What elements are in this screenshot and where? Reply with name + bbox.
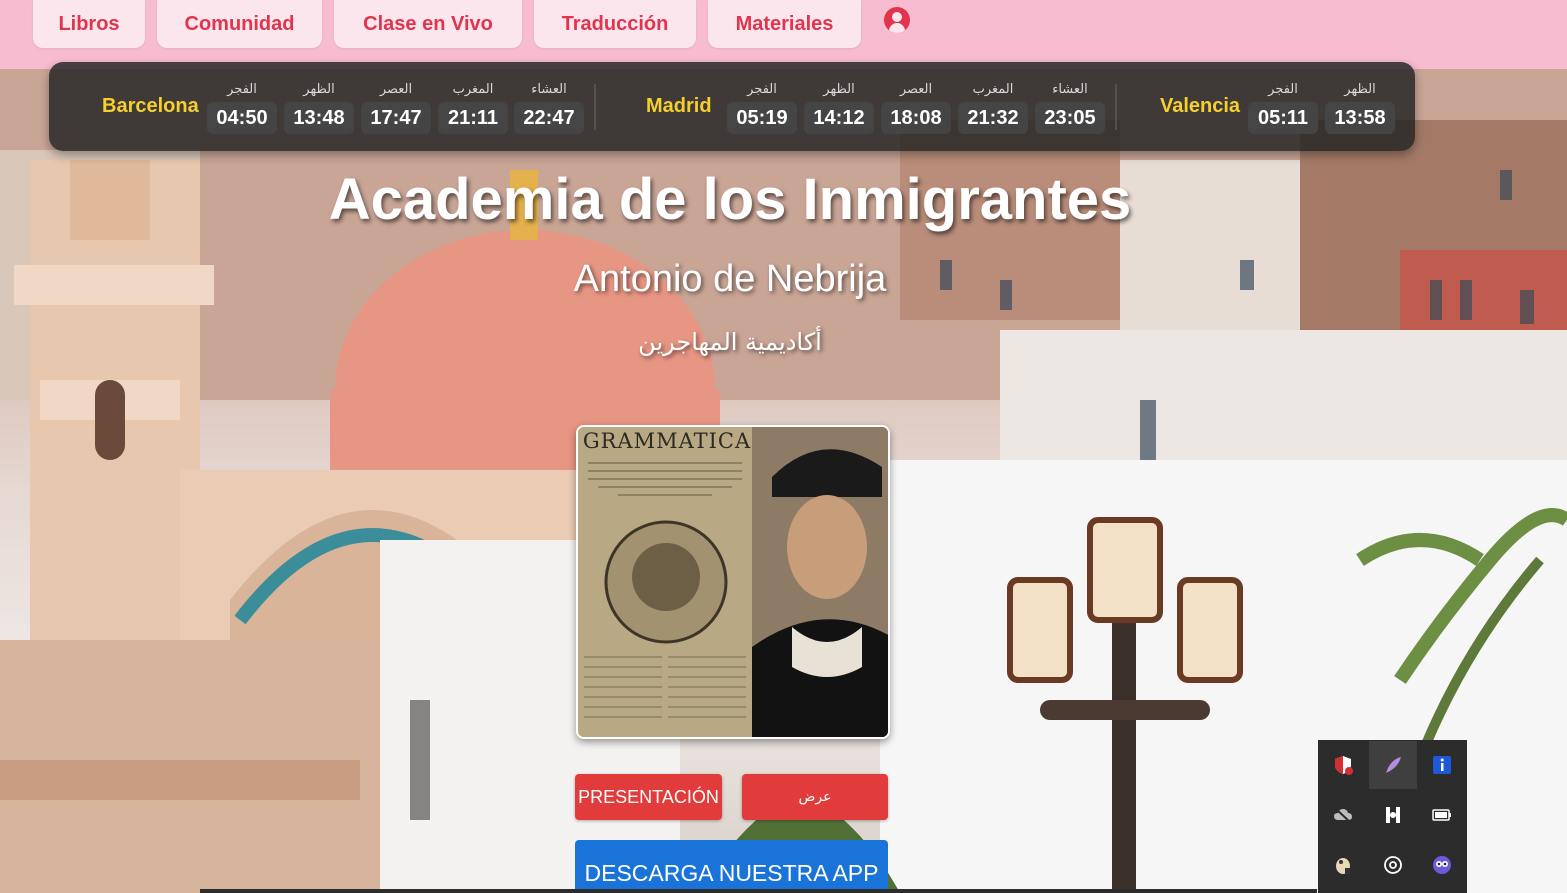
battery-icon[interactable] <box>1418 791 1466 839</box>
prayer-time: 05:19 <box>727 102 797 134</box>
prayer-label: الظهر <box>823 82 855 97</box>
prayer-label: المغرب <box>972 82 1014 97</box>
prayer-label: الظهر <box>303 82 335 97</box>
presentation-arabic-button[interactable]: عرض <box>742 774 888 820</box>
prayer-slot: العشاء 22:47 <box>514 80 584 134</box>
paint-icon[interactable] <box>1319 841 1367 889</box>
city-divider <box>1115 84 1117 130</box>
prayer-time: 22:47 <box>514 102 584 134</box>
prayer-time: 23:05 <box>1035 102 1105 134</box>
download-app-button[interactable]: DESCARGA NUESTRA APP <box>575 840 888 893</box>
system-tray-popup <box>1318 740 1467 893</box>
nav-comunidad[interactable]: Comunidad <box>157 0 322 48</box>
nav-label: Comunidad <box>184 12 295 35</box>
prayer-time: 21:11 <box>438 102 508 134</box>
prayer-label: الفجر <box>227 82 257 97</box>
prayer-label: العشاء <box>531 82 567 97</box>
prayer-time: 05:11 <box>1248 102 1318 134</box>
prayer-label: العصر <box>899 82 933 97</box>
nav-label: Traducción <box>561 12 669 35</box>
bottom-scrollbar[interactable] <box>200 889 1317 893</box>
arabic-title: أكاديمية المهاجرين <box>638 328 822 356</box>
cloud-off-icon[interactable] <box>1319 791 1367 839</box>
prayer-time: 13:48 <box>284 102 354 134</box>
shield-icon[interactable] <box>1319 741 1367 789</box>
nav-label: Clase en Vivo <box>363 12 493 35</box>
page-subtitle: Antonio de Nebrija <box>573 258 887 300</box>
prayer-time: 13:58 <box>1325 102 1395 134</box>
city-name: Madrid <box>646 95 712 117</box>
prayer-label: العصر <box>379 82 413 97</box>
openai-icon[interactable] <box>1369 841 1417 889</box>
portrait-svg <box>752 427 888 737</box>
prayer-slot: العصر 17:47 <box>361 80 431 134</box>
prayer-label: الفجر <box>747 82 777 97</box>
prayer-label: الظهر <box>1344 82 1376 97</box>
prayer-slot: المغرب 21:32 <box>958 80 1028 134</box>
owl-icon[interactable] <box>1418 841 1466 889</box>
prayer-time: 04:50 <box>207 102 277 134</box>
prayer-slot: الفجر 05:19 <box>727 80 797 134</box>
nav-traduccion[interactable]: Traducción <box>534 0 696 48</box>
prayer-slot: الظهر 13:58 <box>1325 80 1395 134</box>
nav-libros[interactable]: Libros <box>33 0 145 48</box>
info-icon[interactable] <box>1418 741 1466 789</box>
prayer-slot: العصر 18:08 <box>881 80 951 134</box>
prayer-slot: الظهر 14:12 <box>804 80 874 134</box>
page-title: Academia de los Inmigrantes <box>328 167 1132 232</box>
feather-icon[interactable] <box>1369 741 1417 789</box>
grammatica-book-image: GRAMMATICA <box>578 427 752 737</box>
prayer-time: 17:47 <box>361 102 431 134</box>
nebrija-image: GRAMMATICA <box>576 425 890 739</box>
prayer-time: 21:32 <box>958 102 1028 134</box>
city-name: Barcelona <box>102 95 199 117</box>
nav-clase-en-vivo[interactable]: Clase en Vivo <box>334 0 522 48</box>
prayer-time: 18:08 <box>881 102 951 134</box>
city-divider <box>594 84 596 130</box>
prayer-label: المغرب <box>452 82 494 97</box>
prayer-slot: الفجر 05:11 <box>1248 80 1318 134</box>
user-circle-icon[interactable] <box>884 7 910 33</box>
prayer-time: 14:12 <box>804 102 874 134</box>
presentation-button[interactable]: PRESENTACIÓN <box>575 774 722 820</box>
prayer-slot: العشاء 23:05 <box>1035 80 1105 134</box>
prayer-label: العشاء <box>1052 82 1088 97</box>
prayer-times-bar: Barcelona الفجر 04:50 الظهر 13:48 العصر 17:… <box>49 62 1415 151</box>
portrait-illustration <box>752 427 888 737</box>
top-navigation: Libros Comunidad Clase en Vivo Traducció… <box>0 0 1567 69</box>
prayer-slot: الفجر 04:50 <box>207 80 277 134</box>
prayer-slot: المغرب 21:11 <box>438 80 508 134</box>
nav-label: Libros <box>58 12 120 35</box>
prayer-slot: الظهر 13:48 <box>284 80 354 134</box>
media-icon[interactable] <box>1369 791 1417 839</box>
nav-label: Materiales <box>735 12 834 35</box>
city-name: Valencia <box>1160 95 1241 117</box>
nav-materiales[interactable]: Materiales <box>708 0 861 48</box>
prayer-label: الفجر <box>1268 82 1298 97</box>
book-illustration <box>584 462 746 718</box>
